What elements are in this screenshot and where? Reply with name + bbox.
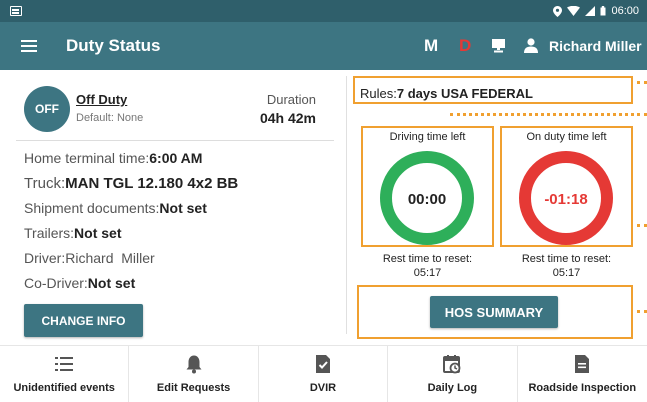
truck-row: Truck:MAN TGL 12.180 4x2 BB <box>24 175 239 192</box>
nav-daily-log[interactable]: Daily Log <box>388 346 518 402</box>
nav-roadside-inspection[interactable]: Roadside Inspection <box>518 346 647 402</box>
calendar-clock-icon <box>443 355 461 374</box>
callout-dots-gauge-right <box>637 224 647 227</box>
system-status-bar: 06:00 <box>0 0 647 22</box>
badge-d[interactable]: D <box>459 36 471 56</box>
duty-default-text: Default: None <box>76 112 144 124</box>
location-icon <box>553 5 563 17</box>
app-bar: Duty Status M D Richard Miller <box>0 22 647 70</box>
wifi-icon <box>567 6 581 16</box>
duty-status-circle[interactable]: OFF <box>24 86 70 132</box>
onduty-time-value: -01:18 <box>544 191 587 208</box>
battery-icon <box>600 6 606 16</box>
nav-label: Roadside Inspection <box>528 382 637 394</box>
trailers-row: Trailers:Not set <box>24 225 122 241</box>
panel-divider <box>346 76 347 334</box>
driving-rest-value: 05:17 <box>413 267 442 279</box>
duty-status-screen: 06:00 Duty Status M D Richard Miller OFF… <box>0 0 647 402</box>
nav-dvir[interactable]: DVIR <box>259 346 389 402</box>
divider <box>16 140 334 141</box>
onduty-time-gauge: -01:18 <box>519 151 613 245</box>
driver-row: Driver:Richard Miller <box>24 250 155 266</box>
duration-value: 04h 42m <box>259 110 316 126</box>
list-icon <box>55 357 74 371</box>
duty-status-link[interactable]: Off Duty <box>76 92 127 107</box>
duration-label: Duration <box>266 92 316 107</box>
rules-text: Rules:7 days USA FEDERAL <box>360 86 533 101</box>
nav-label: Unidentified events <box>13 382 115 394</box>
driving-time-label: Driving time left <box>389 131 466 143</box>
home-terminal-row: Home terminal time:6:00 AM <box>24 150 203 166</box>
driving-rest-label: Rest time to reset: 05:17 <box>361 252 494 280</box>
onduty-rest-value: 05:17 <box>552 267 581 279</box>
nav-unidentified-events[interactable]: Unidentified events <box>0 346 130 402</box>
nav-label: Edit Requests <box>156 382 231 394</box>
menu-icon[interactable] <box>21 40 37 52</box>
onduty-rest-label: Rest time to reset: 05:17 <box>500 252 633 280</box>
signal-icon <box>585 6 596 16</box>
driving-time-gauge: 00:00 <box>380 151 474 245</box>
document-icon <box>575 355 590 373</box>
user-icon[interactable] <box>524 38 538 53</box>
callout-dots-hos <box>637 310 647 313</box>
codriver-row: Co-Driver:Not set <box>24 275 136 291</box>
callout-dots-rules <box>637 81 647 84</box>
change-info-button[interactable]: CHANGE INFO <box>24 304 143 337</box>
nav-edit-requests[interactable]: Edit Requests <box>129 346 259 402</box>
nav-label: Daily Log <box>427 382 478 394</box>
shipment-row: Shipment documents:Not set <box>24 200 207 216</box>
bottom-nav: Unidentified events Edit Requests DVIR D… <box>0 345 647 402</box>
badge-m[interactable]: M <box>424 36 438 56</box>
document-check-icon <box>315 355 330 373</box>
onduty-time-label: On duty time left <box>526 131 607 143</box>
notification-app-icon <box>10 6 22 16</box>
page-title: Duty Status <box>66 36 161 55</box>
bell-icon <box>186 355 202 374</box>
monitor-icon[interactable] <box>491 39 506 53</box>
callout-dots-gauges <box>450 113 647 116</box>
driving-time-value: 00:00 <box>408 191 446 208</box>
nav-label: DVIR <box>309 382 337 394</box>
user-name[interactable]: Richard Miller <box>549 38 642 54</box>
hos-summary-button[interactable]: HOS SUMMARY <box>430 296 558 328</box>
clock-text: 06:00 <box>611 5 639 17</box>
